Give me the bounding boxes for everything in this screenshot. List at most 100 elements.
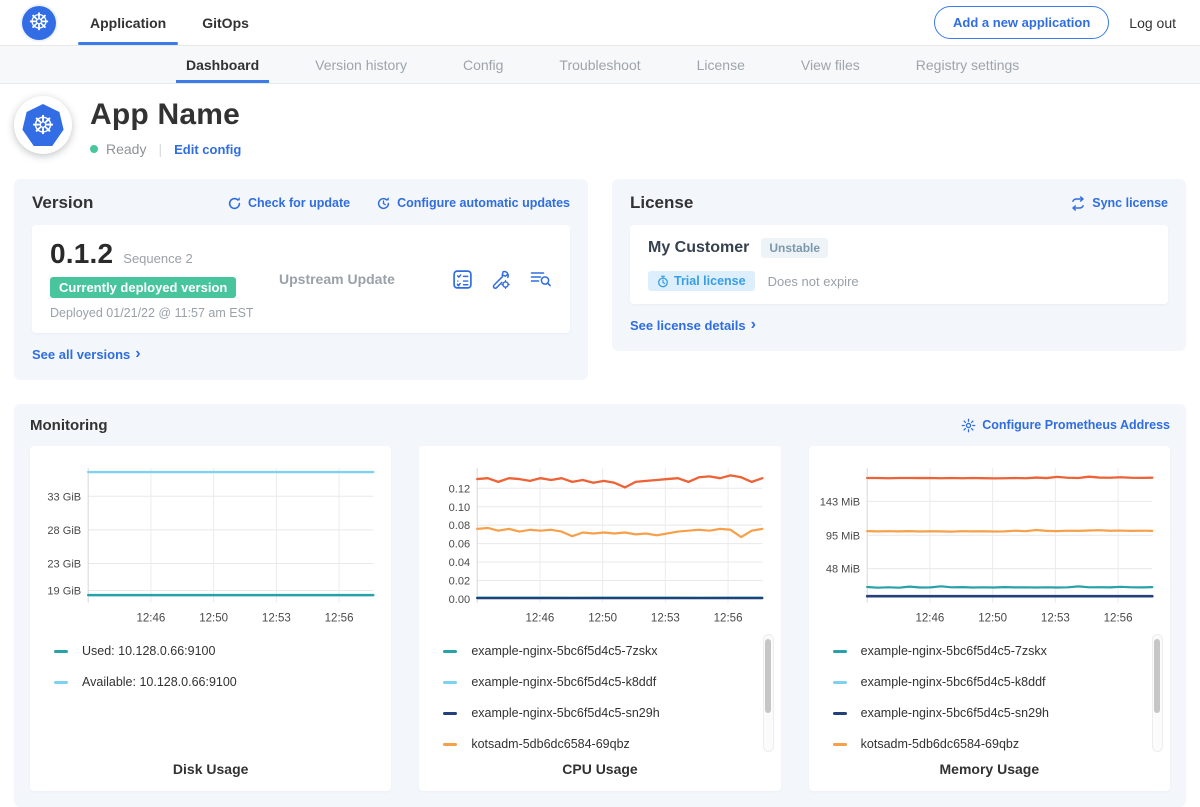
legend-scrollbar[interactable] xyxy=(1152,634,1163,752)
license-detail-card: My Customer Unstable Trial license Does … xyxy=(630,225,1168,304)
sync-license-label: Sync license xyxy=(1092,196,1168,210)
svg-text:28 GiB: 28 GiB xyxy=(47,524,81,536)
subnav-tab[interactable]: Troubleshoot xyxy=(559,46,640,83)
chart-title: Memory Usage xyxy=(819,751,1160,777)
view-logs-icon[interactable] xyxy=(529,269,552,289)
legend-item[interactable]: kotsadm-5db6dc6584-69qbz xyxy=(833,737,1160,751)
preflight-checks-icon[interactable] xyxy=(452,269,473,290)
deployed-timestamp: Deployed 01/21/22 @ 11:57 am EST xyxy=(50,306,275,320)
memory-usage-card: 48 MiB95 MiB143 MiB12:4612:5012:5312:56 … xyxy=(809,446,1170,791)
monitoring-panel: Monitoring Configure Prometheus Address … xyxy=(14,404,1186,807)
divider: | xyxy=(158,141,162,157)
sync-license-link[interactable]: Sync license xyxy=(1070,196,1168,211)
scrollbar-thumb[interactable] xyxy=(765,639,771,713)
memory-usage-legend: example-nginx-5bc6f5d4c5-7zskx example-n… xyxy=(833,644,1160,751)
legend-item[interactable]: example-nginx-5bc6f5d4c5-sn29h xyxy=(443,706,770,720)
gear-icon xyxy=(961,418,976,433)
svg-text:12:46: 12:46 xyxy=(136,612,165,624)
see-license-details-link[interactable]: See license details › xyxy=(630,317,756,333)
legend-label: example-nginx-5bc6f5d4c5-sn29h xyxy=(471,706,659,720)
svg-text:0.00: 0.00 xyxy=(449,593,470,605)
legend-label: example-nginx-5bc6f5d4c5-k8ddf xyxy=(471,675,656,689)
cards-row: Version Check for update Configure autom… xyxy=(0,173,1200,380)
legend-scrollbar[interactable] xyxy=(763,634,774,752)
status-text: Ready xyxy=(106,141,146,157)
cpu-usage-legend: example-nginx-5bc6f5d4c5-7zskx example-n… xyxy=(443,644,770,751)
subnav-tab[interactable]: Version history xyxy=(315,46,407,83)
sync-arrows-icon xyxy=(1070,196,1086,211)
charts-row: 19 GiB23 GiB28 GiB33 GiB12:4612:5012:531… xyxy=(30,446,1170,791)
cpu-usage-card: 0.000.020.040.060.080.100.1212:4612:5012… xyxy=(419,446,780,791)
legend-label: Available: 10.128.0.66:9100 xyxy=(82,675,237,689)
series-color-dash-icon xyxy=(443,681,457,684)
kubernetes-logo-icon[interactable]: ☸ xyxy=(22,6,56,40)
legend-item[interactable]: Available: 10.128.0.66:9100 xyxy=(54,675,381,689)
cpu-usage-chart: 0.000.020.040.060.080.100.1212:4612:5012… xyxy=(429,458,770,631)
app-header: ☸ App Name Ready | Edit config xyxy=(0,84,1200,173)
series-color-dash-icon xyxy=(833,712,847,715)
svg-text:33 GiB: 33 GiB xyxy=(47,491,81,503)
svg-text:12:46: 12:46 xyxy=(915,612,944,624)
chart-title: CPU Usage xyxy=(429,751,770,777)
legend-item[interactable]: example-nginx-5bc6f5d4c5-k8ddf xyxy=(443,675,770,689)
trial-license-badge: Trial license xyxy=(648,271,755,291)
svg-text:48 MiB: 48 MiB xyxy=(825,563,859,575)
svg-text:12:46: 12:46 xyxy=(526,612,555,624)
kubernetes-wheel-icon: ☸ xyxy=(22,104,64,146)
trial-license-label: Trial license xyxy=(674,274,746,288)
series-color-dash-icon xyxy=(833,681,847,684)
stopwatch-icon xyxy=(657,275,669,288)
legend-item[interactable]: example-nginx-5bc6f5d4c5-7zskx xyxy=(833,644,1160,658)
topnav-right: Add a new application Log out xyxy=(934,6,1176,39)
subnav-tab[interactable]: View files xyxy=(801,46,860,83)
legend-item[interactable]: example-nginx-5bc6f5d4c5-k8ddf xyxy=(833,675,1160,689)
svg-text:12:50: 12:50 xyxy=(978,612,1007,624)
topnav-tab[interactable]: Application xyxy=(90,0,166,45)
top-navigation: ☸ Application GitOps Add a new applicatio… xyxy=(0,0,1200,45)
configure-prometheus-label: Configure Prometheus Address xyxy=(982,418,1170,432)
see-all-versions-link[interactable]: See all versions › xyxy=(32,346,141,362)
monitoring-heading: Monitoring xyxy=(30,417,107,434)
current-version-card: 0.1.2 Sequence 2 Currently deployed vers… xyxy=(32,225,570,333)
memory-usage-chart: 48 MiB95 MiB143 MiB12:4612:5012:5312:56 xyxy=(819,458,1160,631)
configure-prometheus-link[interactable]: Configure Prometheus Address xyxy=(961,418,1170,433)
logout-button[interactable]: Log out xyxy=(1129,15,1176,31)
svg-text:12:50: 12:50 xyxy=(589,612,618,624)
scrollbar-thumb[interactable] xyxy=(1154,639,1160,713)
svg-text:143 MiB: 143 MiB xyxy=(819,496,859,508)
svg-text:12:53: 12:53 xyxy=(262,612,291,624)
deployed-status-badge: Currently deployed version xyxy=(50,277,236,298)
edit-config-link[interactable]: Edit config xyxy=(174,142,241,157)
svg-text:0.08: 0.08 xyxy=(449,520,470,532)
check-for-update-link[interactable]: Check for update xyxy=(227,196,350,211)
add-application-button[interactable]: Add a new application xyxy=(934,6,1109,39)
topnav-tab[interactable]: GitOps xyxy=(202,0,249,45)
series-color-dash-icon xyxy=(833,650,847,653)
app-icon: ☸ xyxy=(14,96,72,154)
svg-text:0.02: 0.02 xyxy=(449,575,470,587)
series-color-dash-icon xyxy=(443,743,457,746)
disk-usage-chart: 19 GiB23 GiB28 GiB33 GiB12:4612:5012:531… xyxy=(40,458,381,631)
legend-item[interactable]: Used: 10.128.0.66:9100 xyxy=(54,644,381,658)
channel-badge: Unstable xyxy=(761,238,828,258)
series-color-dash-icon xyxy=(443,712,457,715)
subnav-tab[interactable]: Dashboard xyxy=(186,46,259,83)
svg-text:23 GiB: 23 GiB xyxy=(47,558,81,570)
legend-item[interactable]: kotsadm-5db6dc6584-69qbz xyxy=(443,737,770,751)
version-sequence: Sequence 2 xyxy=(123,251,192,266)
customer-name: My Customer xyxy=(648,239,749,257)
subnav-tab[interactable]: Registry settings xyxy=(916,46,1019,83)
page-title: App Name xyxy=(90,98,241,132)
svg-text:12:53: 12:53 xyxy=(651,612,680,624)
legend-label: example-nginx-5bc6f5d4c5-k8ddf xyxy=(861,675,1046,689)
legend-item[interactable]: example-nginx-5bc6f5d4c5-7zskx xyxy=(443,644,770,658)
license-expiry: Does not expire xyxy=(768,274,859,289)
see-license-details-label: See license details xyxy=(630,318,746,333)
legend-label: Used: 10.128.0.66:9100 xyxy=(82,644,215,658)
subnav-tab[interactable]: Config xyxy=(463,46,503,83)
configure-automatic-updates-label: Configure automatic updates xyxy=(397,196,570,210)
configure-automatic-updates-link[interactable]: Configure automatic updates xyxy=(376,196,570,211)
legend-item[interactable]: example-nginx-5bc6f5d4c5-sn29h xyxy=(833,706,1160,720)
subnav-tab[interactable]: License xyxy=(697,46,745,83)
config-wrench-icon[interactable] xyxy=(490,269,512,290)
